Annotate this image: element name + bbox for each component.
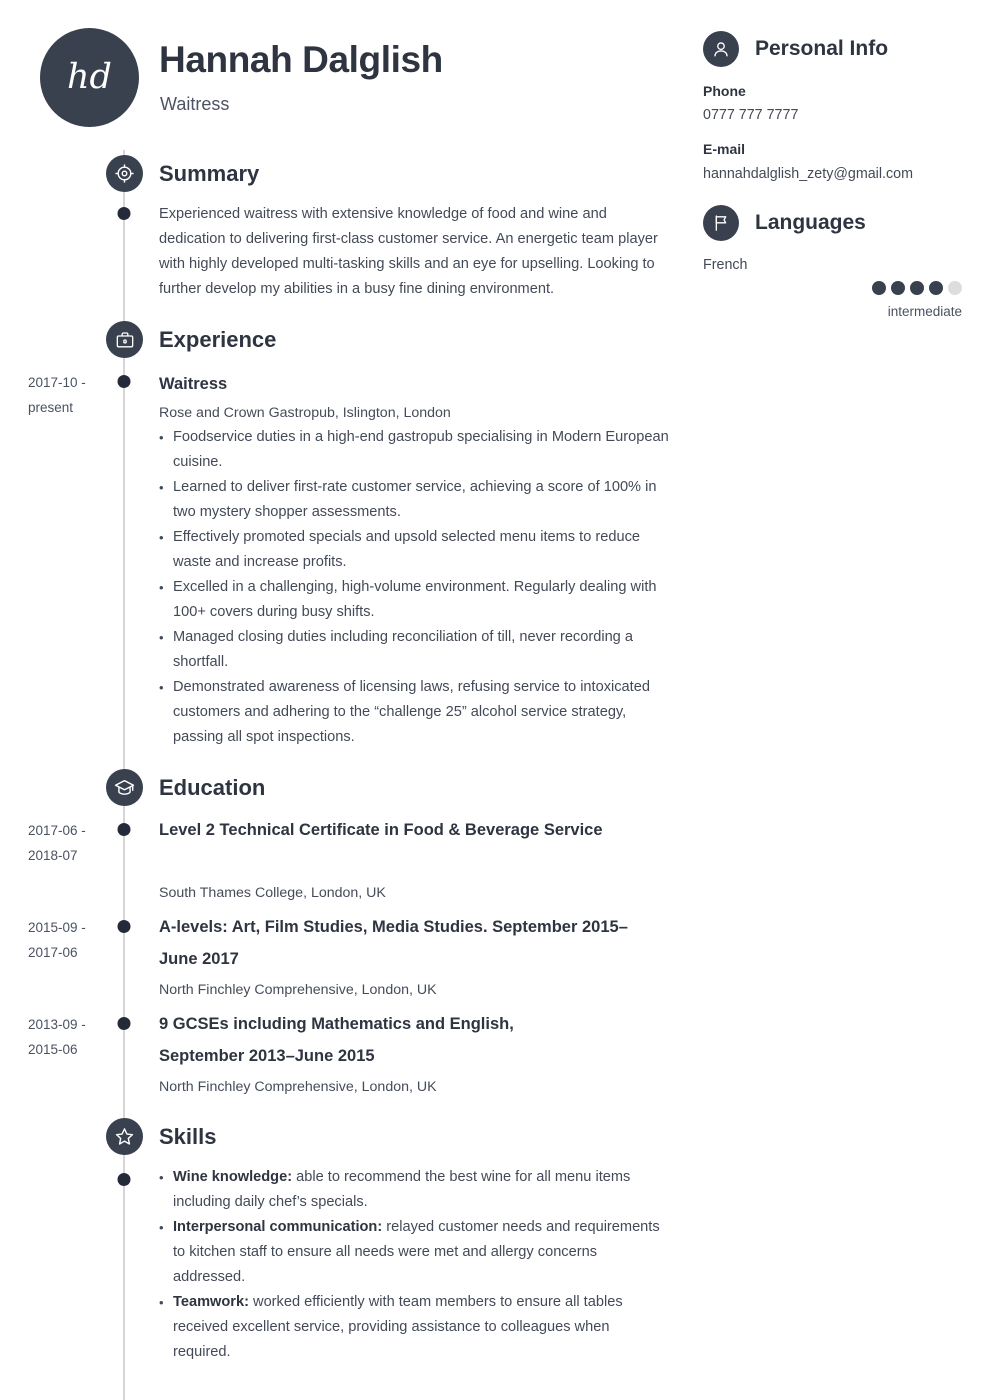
education-degree: A-levels: Art, Film Studies, Media Studi… — [159, 918, 628, 968]
skill-label: Wine knowledge: — [173, 1169, 293, 1185]
section-title-experience: Experience — [159, 327, 277, 352]
experience-date: 2017-10 - present — [28, 375, 86, 415]
rating-dot — [929, 281, 943, 295]
list-item: Demonstrated awareness of licensing laws… — [159, 675, 671, 750]
resume-header: hd Hannah Dalglish Waitress — [0, 0, 690, 150]
section-title-summary: Summary — [159, 161, 260, 186]
experience-bullets: Foodservice duties in a high-end gastrop… — [159, 425, 671, 750]
list-item: Excelled in a challenging, high-volume e… — [159, 575, 671, 625]
list-item: Foodservice duties in a high-end gastrop… — [159, 425, 671, 475]
section-title-skills: Skills — [159, 1124, 217, 1149]
rating-dot — [891, 281, 905, 295]
summary-text: Experienced waitress with extensive know… — [159, 206, 658, 297]
education-school: North Finchley Comprehensive, London, UK — [159, 982, 437, 998]
phone-value: 0777 777 7777 — [703, 107, 799, 123]
list-item: Learned to deliver first-rate customer s… — [159, 475, 671, 525]
section-title-education: Education — [159, 775, 266, 800]
list-item: Interpersonal communication: relayed cus… — [159, 1215, 671, 1290]
rating-dot — [948, 281, 962, 295]
target-icon — [106, 155, 143, 192]
timeline-dot — [117, 920, 131, 933]
person-icon — [703, 31, 739, 67]
list-item: Wine knowledge: able to recommend the be… — [159, 1165, 671, 1215]
main-column: hd Hannah Dalglish Waitress Summary Expe… — [0, 0, 690, 1400]
timeline-dot — [117, 1173, 131, 1186]
resume-page: hd Hannah Dalglish Waitress Summary Expe… — [0, 0, 990, 1400]
timeline-dot — [117, 207, 131, 220]
language-level-label: intermediate — [887, 304, 962, 319]
skills-list: Wine knowledge: able to recommend the be… — [159, 1165, 671, 1365]
experience-employer: Rose and Crown Gastropub, Islington, Lon… — [159, 405, 451, 421]
job-title: Waitress — [160, 94, 230, 114]
experience-role: Waitress — [159, 375, 228, 393]
education-school: North Finchley Comprehensive, London, UK — [159, 1079, 437, 1095]
education-degree: 9 GCSEs including Mathematics and Englis… — [159, 1015, 514, 1065]
timeline-dot — [117, 823, 131, 836]
star-icon — [106, 1118, 143, 1155]
language-rating — [872, 281, 962, 295]
timeline-dot — [117, 375, 131, 388]
list-item: Managed closing duties including reconci… — [159, 625, 671, 675]
email-label: E-mail — [703, 141, 746, 157]
email-value: hannahdalglish_zety@gmail.com — [703, 166, 914, 182]
rating-dot — [872, 281, 886, 295]
graduation-cap-icon — [106, 769, 143, 806]
skill-label: Teamwork: — [173, 1294, 249, 1310]
phone-label: Phone — [703, 83, 746, 99]
education-date: 2017-06 - 2018-07 — [28, 823, 86, 863]
rating-dot — [910, 281, 924, 295]
language-name: French — [703, 257, 748, 273]
flag-icon — [703, 205, 739, 241]
avatar: hd — [40, 28, 139, 127]
list-item: Effectively promoted specials and upsold… — [159, 525, 671, 575]
timeline-dot — [117, 1017, 131, 1030]
page-title: Hannah Dalglish — [159, 39, 443, 80]
education-date: 2013-09 - 2015-06 — [28, 1017, 86, 1057]
section-title-languages: Languages — [755, 211, 866, 234]
list-item: Teamwork: worked efficiently with team m… — [159, 1290, 671, 1365]
briefcase-icon — [106, 321, 143, 358]
education-school: South Thames College, London, UK — [159, 885, 386, 901]
education-degree: Level 2 Technical Certificate in Food & … — [159, 821, 603, 839]
education-date: 2015-09 - 2017-06 — [28, 920, 86, 960]
section-title-personal-info: Personal Info — [755, 37, 889, 60]
skill-label: Interpersonal communication: — [173, 1219, 383, 1235]
sidebar: Personal Info Phone 0777 777 7777 E-mail… — [690, 0, 990, 1400]
